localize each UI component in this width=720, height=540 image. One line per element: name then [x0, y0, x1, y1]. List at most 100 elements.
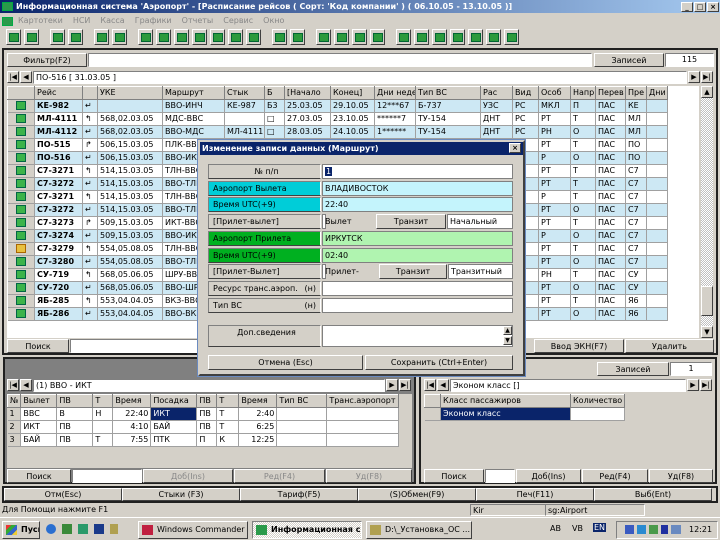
transit-type-field[interactable]: Транзитный — [448, 264, 513, 280]
map-button[interactable] — [210, 29, 225, 45]
document-button[interactable] — [272, 29, 287, 45]
tray-lang-vb[interactable]: VB — [572, 524, 583, 533]
print-button[interactable] — [370, 29, 385, 45]
menu-item[interactable]: Сервис — [223, 14, 253, 27]
desktop-icon[interactable] — [62, 524, 72, 534]
ie-icon[interactable] — [46, 524, 56, 534]
column-header[interactable]: Особ — [538, 86, 571, 100]
table-row[interactable]: Эконом класс — [424, 407, 626, 421]
grid-button[interactable] — [352, 29, 367, 45]
extra-info-textarea[interactable] — [322, 325, 513, 347]
column-header[interactable]: № — [6, 394, 22, 408]
column-header[interactable]: Напр — [570, 86, 596, 100]
column-header[interactable]: Дни — [646, 86, 668, 100]
column-header[interactable]: Рейс — [34, 86, 83, 100]
column-header[interactable]: ПВ — [196, 394, 218, 408]
cargo-button[interactable] — [414, 29, 429, 45]
textarea-scroll-up[interactable]: ▲ — [503, 326, 512, 335]
star-button[interactable] — [396, 29, 411, 45]
column-header[interactable]: [Начало — [284, 86, 331, 100]
field-input[interactable]: Вылет — [322, 214, 352, 230]
column-header[interactable]: Пре — [625, 86, 647, 100]
column-header[interactable]: ПВ — [56, 394, 94, 408]
filter-input[interactable] — [88, 53, 592, 67]
flight-list-button[interactable] — [6, 29, 21, 45]
table-row[interactable]: МЛ-4111 ↰ 568,02.03.05 МДС-ВВС □ 27.03.05 23.1… — [7, 112, 668, 126]
tray-lang-ab[interactable]: AB — [550, 524, 561, 533]
dialog-close-button[interactable]: × — [509, 143, 521, 153]
network-icon[interactable] — [625, 525, 634, 534]
next-record-button[interactable]: ▶ — [687, 379, 699, 391]
next-record-button[interactable]: ▶ — [688, 71, 700, 83]
minimize-button[interactable]: _ — [681, 2, 693, 12]
edit-button[interactable]: Ред(F4) — [234, 469, 325, 483]
field-input[interactable]: ВЛАДИВОСТОК — [322, 180, 513, 196]
field-input[interactable]: ИРКУТСК — [322, 230, 513, 246]
column-header[interactable]: Т — [216, 394, 240, 408]
task-windows-commander[interactable]: Windows Commander 5... — [138, 521, 248, 539]
report-button[interactable] — [290, 29, 305, 45]
passenger-button[interactable] — [450, 29, 465, 45]
column-header[interactable]: Тип ВС — [415, 86, 481, 100]
table-button[interactable] — [50, 29, 65, 45]
first-record-button[interactable]: |◀ — [424, 379, 436, 391]
filter-button[interactable] — [112, 29, 127, 45]
last-record-button[interactable]: ▶| — [701, 71, 713, 83]
table-row[interactable]: 3 БАЙ ПВ Т 7:55 ПТК П К 12:25 — [7, 433, 399, 447]
column-header[interactable] — [7, 86, 35, 100]
table-row[interactable]: МЛ-4112 ↵ 568,02.03.05 ВВО-МДС МЛ-4111 □ 28.03… — [7, 125, 668, 139]
tray-lang-en[interactable]: EN — [593, 523, 607, 532]
schedule-button[interactable] — [24, 29, 39, 45]
close-button[interactable]: × — [707, 2, 719, 12]
menu-item[interactable]: НСИ — [73, 14, 91, 27]
function-button[interactable]: Отм(Esc) — [4, 488, 122, 501]
search-input[interactable] — [72, 469, 142, 483]
task-airport-system[interactable]: Информационная сис... — [252, 521, 362, 539]
last-record-button[interactable]: ▶| — [700, 379, 712, 391]
monitor-button[interactable] — [246, 29, 261, 45]
column-header[interactable]: Перев — [595, 86, 626, 100]
column-header[interactable]: Конец] — [330, 86, 375, 100]
function-button[interactable]: Выб(Ent) — [594, 488, 712, 501]
add-button[interactable]: Доб(Ins) — [143, 469, 233, 483]
transit-button[interactable]: Транзит — [379, 264, 447, 280]
filter-button[interactable]: Фильтр(F2) — [7, 53, 87, 67]
battery-icon[interactable] — [661, 525, 668, 534]
search-input[interactable] — [485, 469, 515, 483]
table-row[interactable]: 1 ВВС В Н 22:40 ИКТ ПВ Т 2:40 — [7, 407, 399, 421]
column-header[interactable]: Рас — [480, 86, 513, 100]
column-header[interactable] — [82, 86, 98, 100]
table-row[interactable]: 2 ИКТ ПВ 4:10 БАЙ ПВ Т 6:25 — [7, 420, 399, 434]
transit-type-field[interactable]: Начальный — [447, 214, 513, 230]
column-header[interactable]: Количество — [569, 394, 626, 408]
first-record-button[interactable]: |◀ — [7, 71, 19, 83]
list-button[interactable] — [94, 29, 109, 45]
column-header[interactable]: Б — [264, 86, 285, 100]
field-input[interactable] — [322, 297, 513, 313]
column-header[interactable]: Вылет — [20, 394, 58, 408]
field-input[interactable]: 02:40 — [322, 247, 513, 263]
column-header[interactable]: Время — [238, 394, 278, 408]
prev-record-button[interactable]: ◀ — [20, 379, 32, 391]
scroll-thumb[interactable] — [701, 286, 713, 316]
field-input[interactable]: Прилет-Выл — [322, 264, 359, 290]
maximize-button[interactable]: □ — [694, 2, 706, 12]
first-record-button[interactable]: |◀ — [7, 379, 19, 391]
column-header[interactable]: Вид — [512, 86, 539, 100]
column-header[interactable]: Время — [112, 394, 152, 408]
next-record-button[interactable]: ▶ — [386, 379, 398, 391]
scroll-up-button[interactable]: ▲ — [701, 86, 713, 98]
function-button[interactable]: Тариф(F5) — [240, 488, 358, 501]
edit-button[interactable]: Ред(F4) — [582, 469, 648, 483]
field-input[interactable] — [322, 280, 513, 296]
function-button[interactable]: (S)Обмен(F9) — [358, 488, 476, 501]
start-button[interactable]: Пуск — [2, 521, 40, 539]
globe-button[interactable] — [138, 29, 153, 45]
column-header[interactable]: Дни недели — [374, 86, 416, 100]
chart-button[interactable] — [68, 29, 83, 45]
arrival-button[interactable] — [156, 29, 171, 45]
delete-button[interactable]: Уд(F8) — [649, 469, 713, 483]
departure-button[interactable] — [174, 29, 189, 45]
delete-button[interactable]: Уд(F8) — [326, 469, 412, 483]
menu-item[interactable]: Касса — [100, 14, 124, 27]
